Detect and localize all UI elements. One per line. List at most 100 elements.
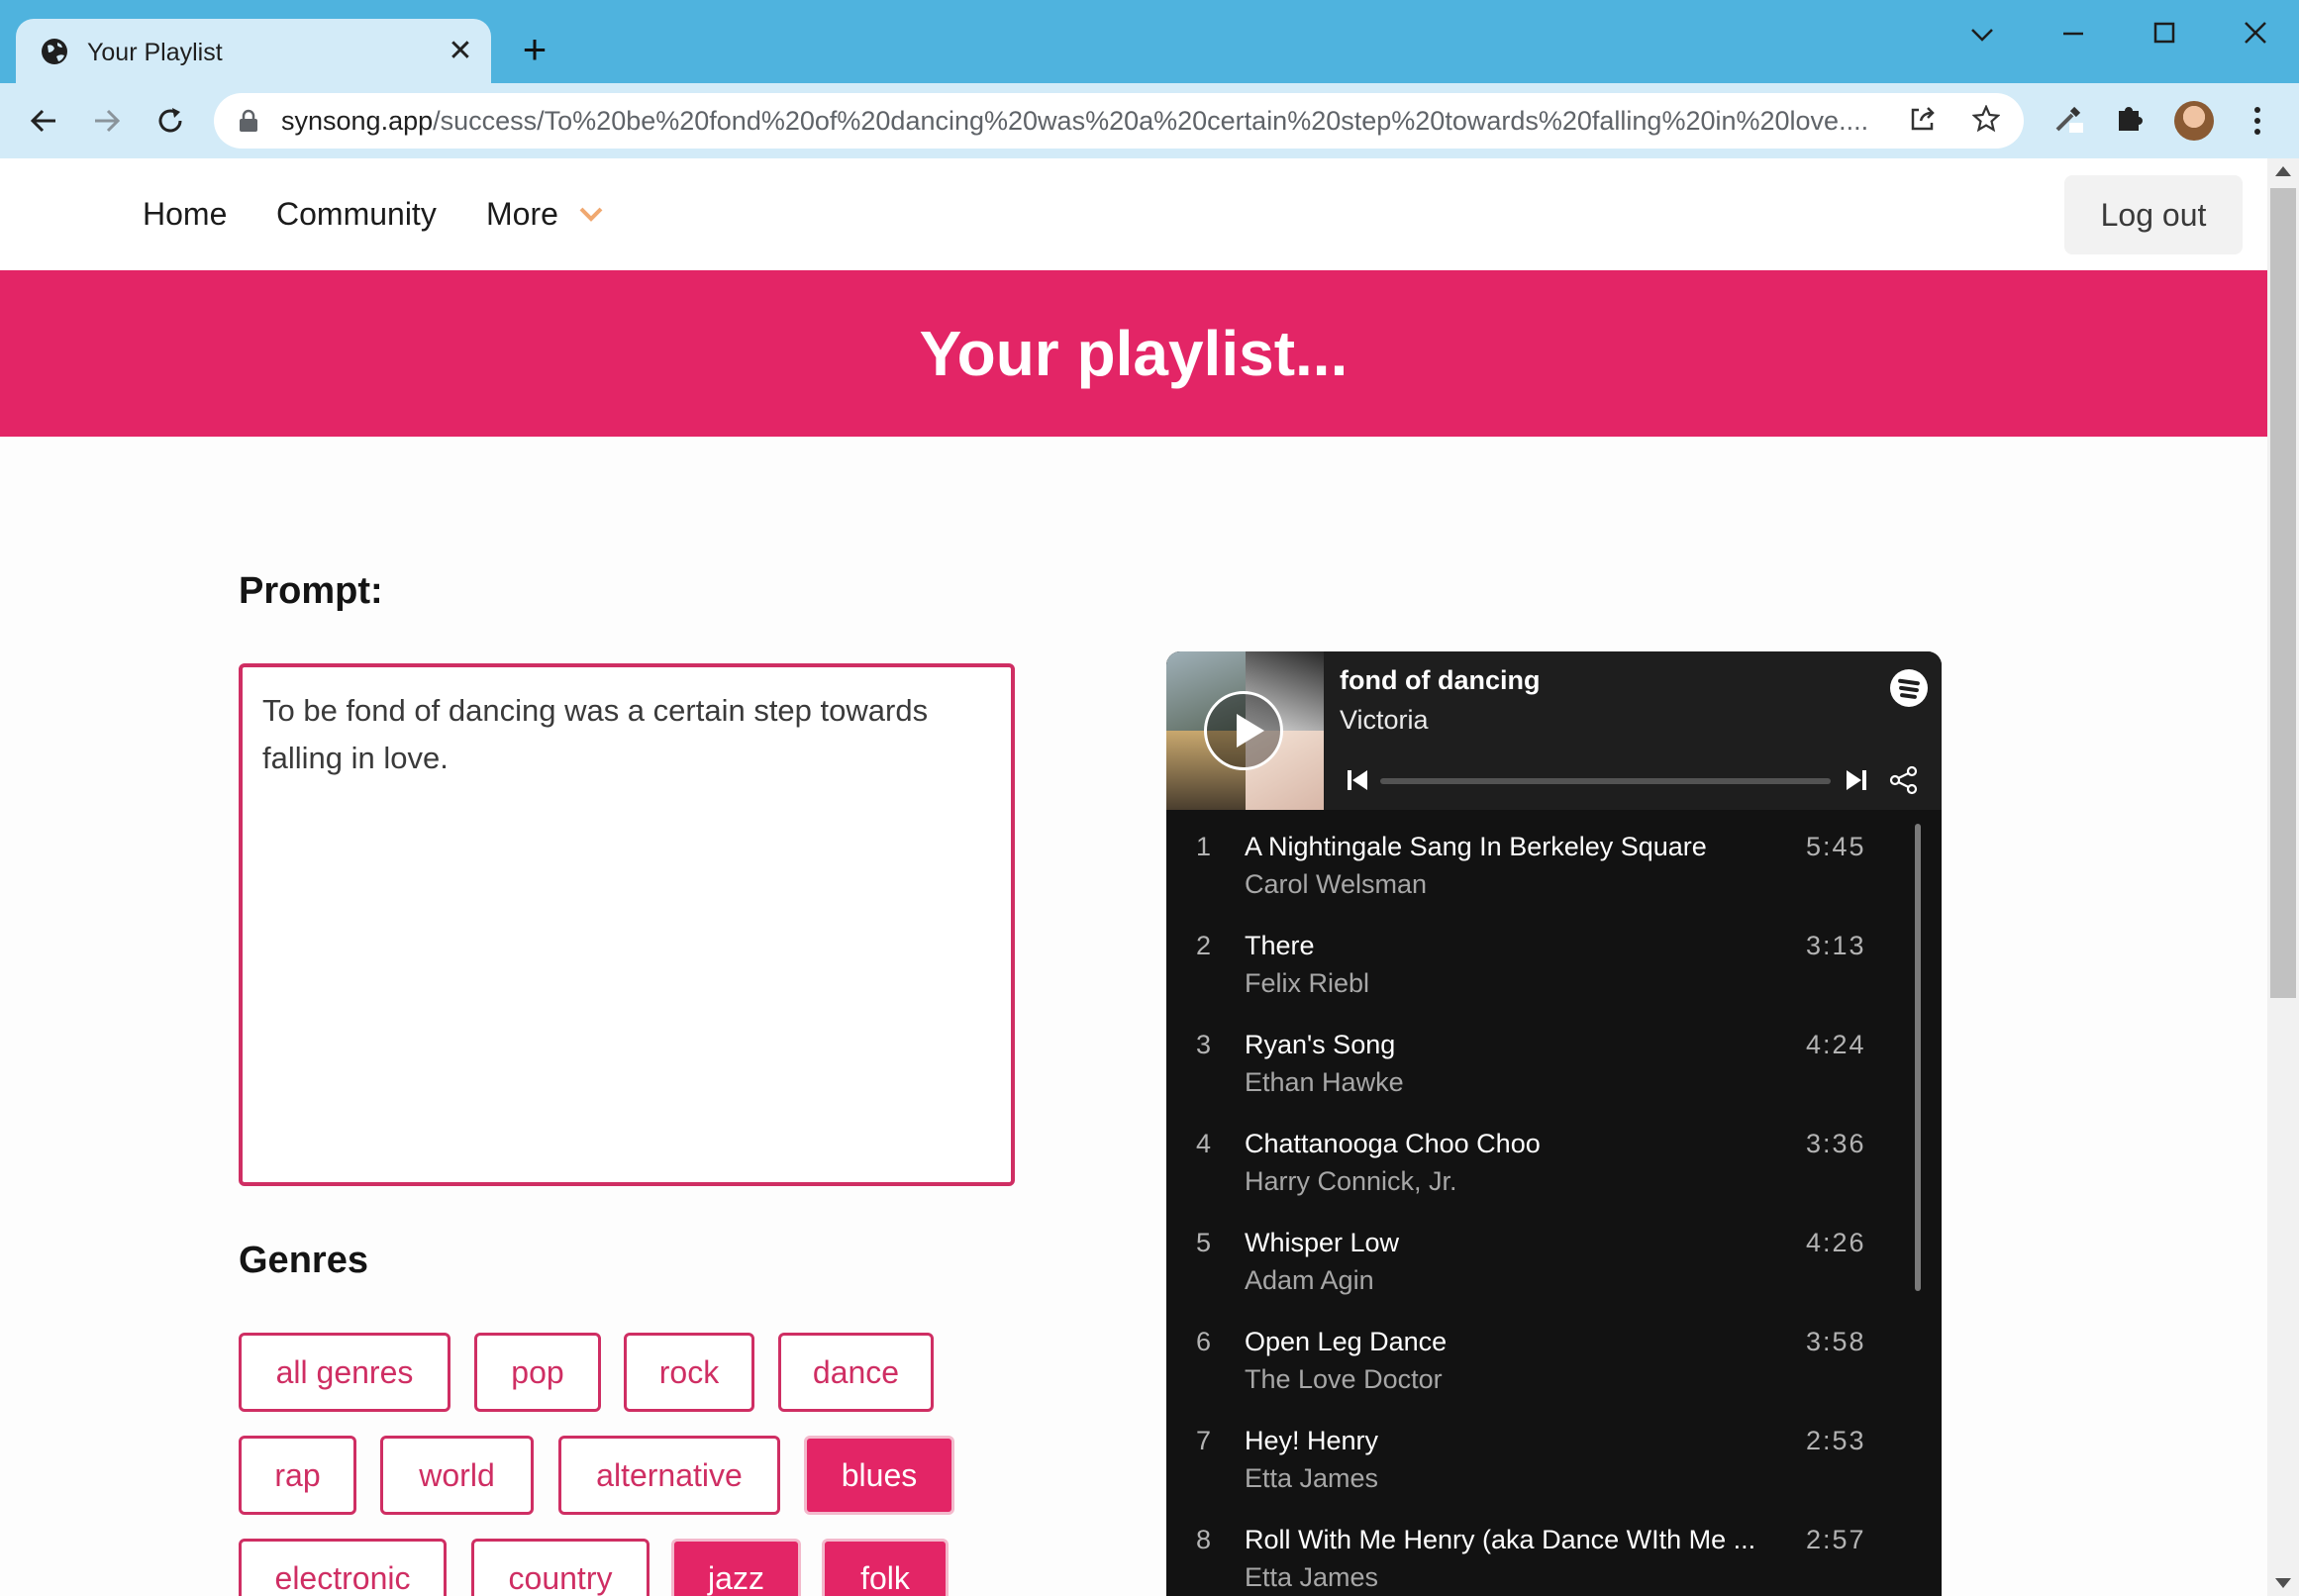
share-icon[interactable] (1907, 105, 1939, 137)
lock-icon (240, 109, 257, 132)
track-row[interactable]: 3 Ryan's Song Ethan Hawke 4:24 (1166, 1018, 1919, 1117)
track-duration: 3:13 (1806, 931, 1866, 960)
plus-icon[interactable]: + (515, 29, 554, 70)
track-title: Whisper Low (1245, 1228, 1400, 1257)
playlist-cover (1166, 651, 1324, 810)
minimize-icon[interactable] (2044, 14, 2103, 53)
genre-folk[interactable]: folk (822, 1539, 949, 1596)
playlist-owner[interactable]: Victoria (1340, 705, 1429, 736)
nav-more-link[interactable]: More (486, 194, 558, 234)
playlist-title[interactable]: fond of dancing (1340, 665, 1540, 696)
track-title: A Nightingale Sang In Berkeley Square (1245, 832, 1707, 861)
genre-dance[interactable]: dance (778, 1333, 934, 1412)
page-content: Home Community More Log out Your playlis… (0, 158, 2267, 1596)
genre-rock[interactable]: rock (624, 1333, 754, 1412)
genre-world[interactable]: world (380, 1436, 534, 1515)
tracklist-scrollbar[interactable] (1915, 824, 1921, 1291)
track-title: Hey! Henry (1245, 1426, 1379, 1455)
track-title: Roll With Me Henry (aka Dance WIth Me ..… (1245, 1525, 1756, 1554)
genre-blues[interactable]: blues (804, 1436, 954, 1515)
chevron-down-icon[interactable] (578, 206, 604, 224)
genre-alternative[interactable]: alternative (558, 1436, 780, 1515)
browser-tab[interactable]: Your Playlist ✕ (16, 19, 491, 102)
track-row[interactable]: 2 There Felix Riebl 3:13 (1166, 919, 1919, 1018)
track-number: 7 (1196, 1426, 1212, 1455)
track-row[interactable]: 1 A Nightingale Sang In Berkeley Square … (1166, 820, 1919, 919)
play-icon[interactable] (1204, 691, 1283, 770)
track-row[interactable]: 5 Whisper Low Adam Agin 4:26 (1166, 1216, 1919, 1315)
avatar[interactable] (2174, 101, 2214, 141)
track-number: 4 (1196, 1129, 1212, 1158)
window-close-icon[interactable] (2226, 14, 2285, 53)
progress-bar[interactable] (1380, 778, 1831, 784)
track-number: 5 (1196, 1228, 1212, 1257)
tab-title: Your Playlist (87, 39, 223, 66)
chevron-down-icon[interactable] (1952, 14, 2012, 53)
track-artist[interactable]: The Love Doctor (1245, 1364, 1443, 1395)
track-duration: 4:26 (1806, 1228, 1866, 1257)
track-row[interactable]: 8 Roll With Me Henry (aka Dance WIth Me … (1166, 1513, 1919, 1596)
arrow-right-icon[interactable] (85, 99, 129, 143)
track-artist[interactable]: Etta James (1245, 1463, 1378, 1494)
track-title: Chattanooga Choo Choo (1245, 1129, 1541, 1158)
address-bar[interactable]: synsong.app/success/To%20be%20fond%20of%… (214, 93, 2024, 149)
url-text[interactable]: synsong.app/success/To%20be%20fond%20of%… (281, 103, 1905, 139)
spotify-logo-icon[interactable] (1890, 669, 1928, 707)
genre-rap[interactable]: rap (239, 1436, 356, 1515)
puzzle-icon[interactable] (2111, 101, 2150, 141)
arrow-left-icon[interactable] (22, 99, 65, 143)
track-title: Open Leg Dance (1245, 1327, 1448, 1356)
close-icon[interactable]: ✕ (446, 37, 475, 66)
prompt-heading: Prompt: (239, 570, 383, 612)
track-number: 2 (1196, 931, 1212, 960)
track-duration: 4:24 (1806, 1030, 1866, 1059)
player-header: fond of dancing Victoria (1166, 651, 1942, 810)
track-row[interactable]: 6 Open Leg Dance The Love Doctor 3:58 (1166, 1315, 1919, 1414)
skip-previous-icon[interactable] (1346, 768, 1369, 792)
share-icon[interactable] (1888, 764, 1920, 796)
track-artist[interactable]: Ethan Hawke (1245, 1067, 1404, 1098)
scroll-down-arrow-icon[interactable] (2275, 1578, 2291, 1588)
nav-community-link[interactable]: Community (276, 194, 437, 234)
nav-home-link[interactable]: Home (143, 194, 227, 234)
track-artist[interactable]: Harry Connick, Jr. (1245, 1166, 1457, 1197)
genre-country[interactable]: country (471, 1539, 650, 1596)
star-icon[interactable] (1970, 104, 2002, 137)
track-number: 1 (1196, 832, 1212, 861)
track-row[interactable]: 4 Chattanooga Choo Choo Harry Connick, J… (1166, 1117, 1919, 1216)
track-number: 6 (1196, 1327, 1212, 1356)
maximize-icon[interactable] (2135, 14, 2194, 53)
skip-next-icon[interactable] (1845, 768, 1868, 792)
track-number: 8 (1196, 1525, 1212, 1554)
genre-jazz[interactable]: jazz (671, 1539, 801, 1596)
track-artist[interactable]: Etta James (1245, 1562, 1378, 1593)
track-duration: 2:57 (1806, 1525, 1866, 1554)
site-navbar: Home Community More Log out (0, 158, 2267, 270)
track-duration: 2:53 (1806, 1426, 1866, 1455)
track-artist[interactable]: Felix Riebl (1245, 968, 1369, 999)
page-scrollbar[interactable] (2267, 158, 2299, 1596)
scrollbar-thumb[interactable] (2270, 188, 2296, 998)
track-duration: 3:36 (1806, 1129, 1866, 1158)
track-artist[interactable]: Adam Agin (1245, 1265, 1374, 1296)
track-list: 1 A Nightingale Sang In Berkeley Square … (1166, 810, 1942, 1596)
genre-all-genres[interactable]: all genres (239, 1333, 450, 1412)
spotify-player: fond of dancing Victoria 1 A Nightingale… (1166, 651, 1942, 1596)
reload-icon[interactable] (149, 99, 192, 143)
track-title: There (1245, 931, 1315, 960)
logout-button[interactable]: Log out (2064, 175, 2243, 254)
track-number: 3 (1196, 1030, 1212, 1059)
prompt-textarea[interactable]: To be fond of dancing was a certain step… (239, 663, 1015, 1186)
track-artist[interactable]: Carol Welsman (1245, 869, 1427, 900)
track-duration: 5:45 (1806, 832, 1866, 861)
scroll-up-arrow-icon[interactable] (2275, 166, 2291, 176)
genre-pop[interactable]: pop (474, 1333, 601, 1412)
track-duration: 3:58 (1806, 1327, 1866, 1356)
page-banner: Your playlist... (0, 270, 2267, 437)
eyedropper-icon[interactable] (2049, 101, 2089, 141)
genres-heading: Genres (239, 1240, 368, 1281)
page-title: Your playlist... (919, 318, 1349, 389)
genre-electronic[interactable]: electronic (239, 1539, 447, 1596)
kebab-menu-icon[interactable] (2238, 101, 2277, 141)
track-row[interactable]: 7 Hey! Henry Etta James 2:53 (1166, 1414, 1919, 1513)
